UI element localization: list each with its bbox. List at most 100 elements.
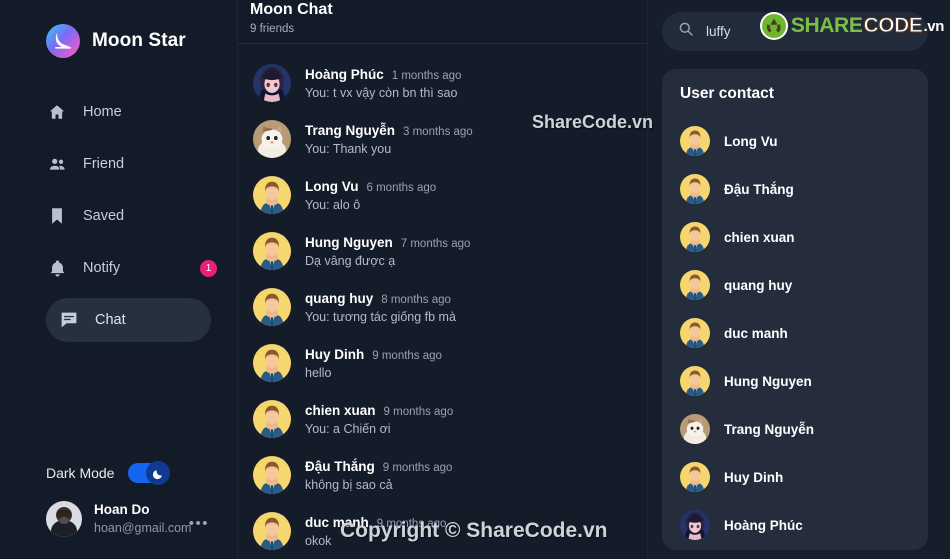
right-panel: User contact Long Vu Đậu Thắng chien xuan q… xyxy=(648,0,950,559)
brand: Moon Star xyxy=(0,0,237,64)
avatar xyxy=(680,318,710,348)
chat-panel-header: Moon Chat 9 friends xyxy=(238,0,647,44)
chat-item-time: 7 months ago xyxy=(400,237,471,250)
chat-list-item[interactable]: duc manh 9 months ago okok xyxy=(238,503,647,559)
contacts-title: User contact xyxy=(680,85,774,102)
contact-item-name: chien xuan xyxy=(724,229,795,245)
chat-item-time: 9 months ago xyxy=(382,461,453,474)
chat-list-item[interactable]: Đậu Thắng 9 months ago không bị sao cả xyxy=(238,447,647,503)
avatar xyxy=(680,174,710,204)
contact-list[interactable]: Long Vu Đậu Thắng chien xuan quang huy duc m… xyxy=(662,117,928,549)
chat-item-name: Trang Nguyễn xyxy=(305,122,396,138)
chat-item-header: duc manh 9 months ago xyxy=(305,515,446,530)
contact-item-name: Đậu Thắng xyxy=(724,181,794,197)
page-title: Moon Chat xyxy=(250,1,333,18)
chat-item-header: Hung Nguyen 7 months ago xyxy=(305,235,470,250)
chat-item-name: Huy Dinh xyxy=(305,346,365,362)
avatar xyxy=(253,288,291,326)
sidebar-item-chat[interactable]: Chat xyxy=(46,298,211,342)
contact-item-name: duc manh xyxy=(724,325,788,341)
contact-list-item[interactable]: Long Vu xyxy=(662,117,928,165)
more-dots-icon[interactable]: ••• xyxy=(189,515,209,532)
sidebar-item-label: Home xyxy=(83,104,122,120)
search-icon xyxy=(678,21,694,42)
avatar xyxy=(680,510,710,540)
chat-list[interactable]: Hoàng Phúc 1 months ago You: t vx vậy còn … xyxy=(238,44,647,559)
chat-item-preview: hello xyxy=(305,365,332,380)
dark-mode-toggle[interactable] xyxy=(128,461,171,485)
chat-item-preview: You: t vx vậy còn bn thì sao xyxy=(305,85,458,100)
avatar xyxy=(253,120,291,158)
dark-mode-label: Dark Mode xyxy=(46,465,115,481)
chat-item-meta: quang huy 8 months ago You: tương tác giốn… xyxy=(305,291,456,324)
chat-item-preview: You: tương tác giống fb mà xyxy=(305,309,456,324)
chat-list-item[interactable]: chien xuan 9 months ago You: a Chiến ơi xyxy=(238,391,647,447)
search-input[interactable] xyxy=(706,24,912,39)
contact-item-name: Trang Nguyễn xyxy=(724,421,815,437)
chat-list-item[interactable]: Long Vu 6 months ago You: alo ô xyxy=(238,167,647,223)
contact-list-item[interactable]: Hoàng Phúc xyxy=(662,501,928,549)
dark-mode-row: Dark Mode xyxy=(0,461,237,485)
avatar xyxy=(680,414,710,444)
sidebar-item-notify[interactable]: Notify 1 xyxy=(46,246,217,290)
chat-item-name: chien xuan xyxy=(305,402,376,418)
chat-item-name: Đậu Thắng xyxy=(305,458,375,474)
friends-count: 9 friends xyxy=(250,23,295,35)
sidebar-item-friend[interactable]: Friend xyxy=(46,142,213,186)
sidebar-item-label: Notify xyxy=(83,260,121,276)
sidebar: Moon Star Home Friend Saved Notify 1 Cha… xyxy=(0,0,238,559)
people-icon xyxy=(46,153,68,175)
user-contact-card: User contact Long Vu Đậu Thắng chien xuan q… xyxy=(662,69,928,550)
avatar xyxy=(680,270,710,300)
contact-list-item[interactable]: Trang Nguyễn xyxy=(662,405,928,453)
chat-item-meta: Hung Nguyen 7 months ago Dạ vâng được ạ xyxy=(305,235,470,268)
contact-list-item[interactable]: Huy Dinh xyxy=(662,453,928,501)
contact-item-name: Long Vu xyxy=(724,133,778,149)
chat-list-item[interactable]: Hoàng Phúc 1 months ago You: t vx vậy còn … xyxy=(238,55,647,111)
brand-name: Moon Star xyxy=(92,30,186,51)
chat-item-time: 8 months ago xyxy=(381,293,451,306)
contact-list-item[interactable]: Đậu Thắng xyxy=(662,165,928,213)
chat-list-item[interactable]: Hung Nguyen 7 months ago Dạ vâng được ạ xyxy=(238,223,647,279)
profile-row[interactable]: Hoan Do hoan@gmail.com ••• xyxy=(0,501,237,537)
avatar xyxy=(680,222,710,252)
chat-item-time: 9 months ago xyxy=(372,349,442,362)
avatar xyxy=(680,462,710,492)
home-icon xyxy=(46,101,68,123)
profile-email: hoan@gmail.com xyxy=(94,520,192,535)
contact-item-name: quang huy xyxy=(724,277,793,293)
chat-item-preview: You: Thank you xyxy=(305,141,392,156)
bell-icon xyxy=(46,257,68,279)
chat-item-header: Long Vu 6 months ago xyxy=(305,179,436,194)
chat-list-item[interactable]: Trang Nguyễn 3 months ago You: Thank you xyxy=(238,111,647,167)
contact-list-item[interactable]: duc manh xyxy=(662,309,928,357)
contact-item-name: Hung Nguyen xyxy=(724,373,812,389)
chat-item-header: Trang Nguyễn 3 months ago xyxy=(305,123,473,138)
chat-panel: Moon Chat 9 friends Hoàng Phúc 1 months a… xyxy=(238,0,648,559)
notify-badge: 1 xyxy=(200,259,217,277)
chat-item-header: Đậu Thắng 9 months ago xyxy=(305,459,452,474)
chat-bubble-icon xyxy=(58,309,80,331)
sidebar-item-home[interactable]: Home xyxy=(46,90,213,134)
avatar xyxy=(253,344,291,382)
chat-item-time: 3 months ago xyxy=(403,125,473,138)
contact-list-item[interactable]: chien xuan xyxy=(662,213,928,261)
profile-name: Hoan Do xyxy=(94,502,150,518)
avatar xyxy=(253,512,291,550)
sidebar-bottom: Dark Mode Hoan Do hoan@gmail.com ••• xyxy=(0,461,237,559)
avatar xyxy=(680,126,710,156)
chat-item-time: 6 months ago xyxy=(366,181,437,194)
chat-item-name: Long Vu xyxy=(305,178,359,194)
search-bar[interactable] xyxy=(662,12,928,51)
chat-list-item[interactable]: Huy Dinh 9 months ago hello xyxy=(238,335,647,391)
contact-list-item[interactable]: quang huy xyxy=(662,261,928,309)
sidebar-item-saved[interactable]: Saved xyxy=(46,194,213,238)
contact-list-item[interactable]: Hung Nguyen xyxy=(662,357,928,405)
avatar xyxy=(46,501,82,537)
chat-list-item[interactable]: quang huy 8 months ago You: tương tác giốn… xyxy=(238,279,647,335)
chat-item-time: 1 months ago xyxy=(391,69,462,82)
avatar xyxy=(253,456,291,494)
sidebar-item-label: Saved xyxy=(83,208,125,224)
chat-item-meta: Đậu Thắng 9 months ago không bị sao cả xyxy=(305,459,452,492)
chat-item-header: Huy Dinh 9 months ago xyxy=(305,347,442,362)
